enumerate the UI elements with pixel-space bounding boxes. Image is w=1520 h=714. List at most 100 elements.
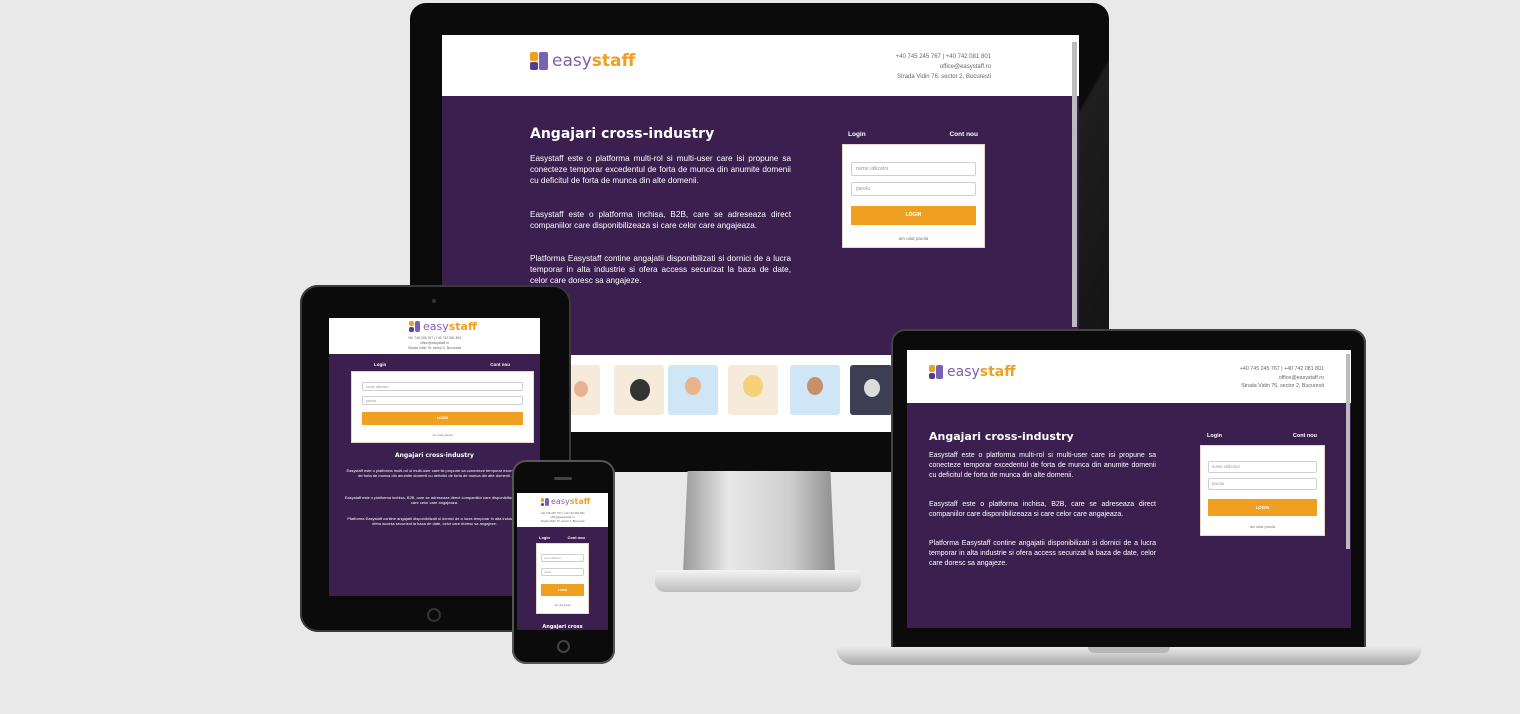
login-tabs: Login Cont nou (374, 362, 510, 367)
login-button[interactable]: LOGIN (851, 206, 976, 225)
phone-speaker (554, 477, 572, 480)
laptop-notch (1088, 647, 1170, 653)
hero-paragraph-1: Easystaff este o platforma multi-rol si … (530, 154, 791, 185)
contact-phones: +40 745 245 767 | +40 742 081 801 (1239, 366, 1324, 372)
hero-section: Angajari cross-industry Easystaff este o… (907, 403, 1351, 628)
contact-address: Strada Vidin 76, sector 2, Bucuresti (540, 519, 585, 523)
contact-address: Strada Vidin 76, sector 2, Bucuresti (407, 346, 462, 350)
contact-info: +40 745 245 767 | +40 742 081 801 office… (517, 511, 608, 523)
hero-paragraph-3: Platforma Easystaff contine angajatii di… (530, 254, 791, 285)
site-logo[interactable]: easystaff (530, 52, 635, 70)
brand-easy: easy (552, 50, 592, 71)
hero-title-truncated: Angajari cross (542, 624, 583, 630)
forgot-password-link[interactable]: am uitat parola (1201, 525, 1324, 529)
tab-cont-nou[interactable]: Cont nou (567, 535, 585, 540)
avatar-head (807, 377, 823, 395)
brand-name: easystaff (551, 498, 590, 506)
tab-cont-nou[interactable]: Cont nou (490, 362, 510, 367)
tab-cont-nou[interactable]: Cont nou (1293, 433, 1317, 439)
site-header: easystaff +40 745 245 767 | +40 742 081 … (907, 350, 1351, 403)
brand-staff: staff (979, 364, 1016, 380)
hero-title: Angajari cross-industry (929, 430, 1074, 443)
password-input[interactable]: parola (1208, 478, 1317, 490)
laptop-screen: easystaff +40 745 245 767 | +40 742 081 … (907, 350, 1351, 628)
hero-section: Login Cont nou nume utilizator parola LO… (329, 354, 540, 596)
tab-login[interactable]: Login (1207, 433, 1222, 439)
site-logo[interactable]: easystaff (409, 321, 477, 332)
password-input[interactable]: parola (851, 182, 976, 196)
hero-paragraph-2: Easystaff este o platforma inchisa, B2B,… (344, 495, 525, 506)
forgot-password-link[interactable]: am uitat parola (843, 236, 984, 241)
login-tabs: Login Cont nou (1207, 433, 1317, 439)
contact-info: +40 745 245 767 | +40 742 081 801 office… (1240, 365, 1324, 391)
hero-paragraph-3: Platforma Easystaff contine angajatii di… (929, 540, 1156, 567)
brand-staff: staff (569, 497, 591, 506)
forgot-password-link[interactable]: am uitat parola (537, 604, 588, 607)
username-input[interactable]: nume utilizator (851, 162, 976, 176)
login-card: nume utilizator parola LOGIN am uitat pa… (351, 371, 534, 443)
logo-mark-icon (409, 321, 420, 332)
avatar-head (743, 375, 763, 397)
login-tabs: Login Cont nou (848, 131, 978, 138)
logo-mark-icon (541, 498, 549, 506)
laptop-scrollbar[interactable] (1346, 354, 1350, 549)
hero-title: Angajari cross-industry (395, 452, 474, 459)
password-input[interactable]: parola (541, 568, 584, 576)
hero-paragraph-1: Easystaff este o platforma multi-rol si … (346, 468, 523, 479)
login-card: nume utilizator parola LOGIN am uitat pa… (842, 144, 985, 248)
tab-cont-nou[interactable]: Cont nou (949, 131, 978, 138)
login-button[interactable]: LOGIN (541, 584, 584, 596)
tab-login[interactable]: Login (539, 535, 550, 540)
desktop-stand-base (655, 570, 861, 592)
contact-info: +40 745 245 767 | +40 742 081 801 office… (329, 336, 540, 351)
hero-paragraph-2: Easystaff este o platforma inchisa, B2B,… (530, 210, 791, 230)
site-header: easystaff +40 745 245 767 | +40 742 081 … (442, 35, 1079, 96)
brand-easy: easy (947, 364, 980, 380)
tablet-home-button[interactable] (427, 608, 441, 622)
phone-screen: easystaff +40 745 245 767 | +40 742 081 … (517, 493, 608, 630)
brand-name: easystaff (552, 50, 636, 71)
site-logo[interactable]: easystaff (929, 365, 1016, 379)
hero-section: Login Cont nou nume utilizator parola LO… (517, 527, 608, 630)
avatar-head (685, 377, 701, 395)
desktop-stand-neck (683, 471, 835, 573)
hero-paragraph-2: Easystaff este o platforma inchisa, B2B,… (929, 501, 1156, 518)
brand-staff: staff (591, 50, 636, 71)
contact-phones: +40 745 245 767 | +40 742 081 801 (895, 54, 991, 60)
tab-login[interactable]: Login (848, 131, 866, 138)
logo-mark-icon (530, 52, 548, 70)
phone-home-button[interactable] (557, 640, 570, 653)
username-input[interactable]: nume utilizator (362, 382, 523, 391)
hero-title: Angajari cross-industry (530, 126, 715, 142)
username-input[interactable]: nume utilizator (1208, 461, 1317, 473)
site-logo[interactable]: easystaff (541, 498, 590, 506)
contact-email[interactable]: office@easystaff.ro (896, 62, 991, 72)
avatar-head (864, 379, 880, 397)
avatar-head (630, 379, 650, 401)
contact-address: Strada Vidin 76, sector 2, Bucuresti (897, 74, 991, 80)
avatar-head (574, 381, 588, 397)
logo-mark-icon (929, 365, 943, 379)
tablet-camera (432, 299, 436, 303)
tab-login[interactable]: Login (374, 362, 386, 367)
brand-easy: easy (423, 320, 449, 333)
login-button[interactable]: LOGIN (362, 412, 523, 425)
password-input[interactable]: parola (362, 396, 523, 405)
brand-name: easystaff (947, 365, 1016, 379)
brand-name: easystaff (423, 321, 477, 332)
site-header: easystaff +40 745 245 767 | +40 742 081 … (517, 493, 608, 527)
login-tabs: Login Cont nou (539, 535, 585, 540)
login-card: nume utilizator parola LOGIN am uitat pa… (1200, 445, 1325, 536)
contact-email[interactable]: office@easystaff.ro (1240, 374, 1324, 383)
tablet-screen: easystaff +40 745 245 767 | +40 742 081 … (329, 318, 540, 596)
desktop-scrollbar[interactable] (1072, 42, 1077, 327)
hero-paragraph-1: Easystaff este o platforma multi-rol si … (929, 452, 1156, 479)
brand-easy: easy (551, 497, 570, 506)
username-input[interactable]: nume utilizator (541, 554, 584, 562)
contact-address: Strada Vidin 76, sector 2, Bucuresti (1241, 383, 1324, 389)
login-button[interactable]: LOGIN (1208, 499, 1317, 516)
brand-staff: staff (448, 320, 477, 333)
forgot-password-link[interactable]: am uitat parola (352, 433, 533, 437)
site-header: easystaff +40 745 245 767 | +40 742 081 … (329, 318, 540, 354)
contact-info: +40 745 245 767 | +40 742 081 801 office… (896, 52, 991, 82)
